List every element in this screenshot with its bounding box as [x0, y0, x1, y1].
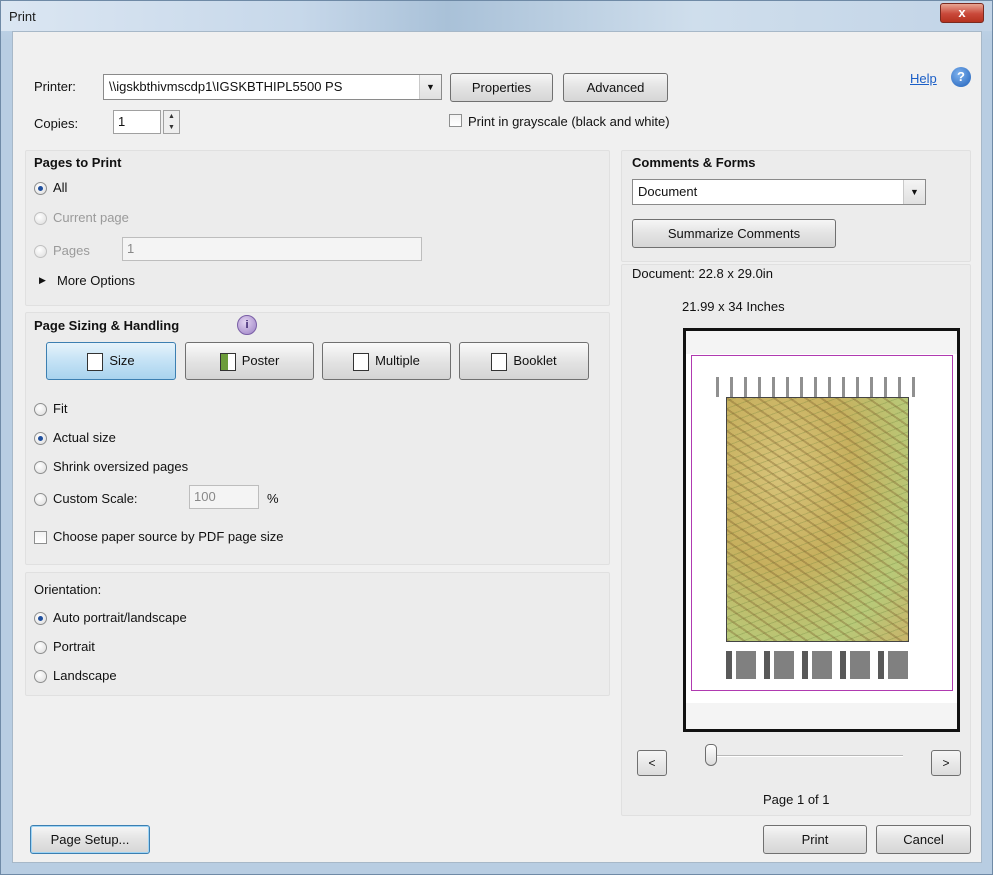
mode-multiple-button[interactable]: Multiple: [322, 342, 451, 380]
radio-landscape-label: Landscape: [53, 668, 117, 683]
copies-label: Copies:: [34, 116, 79, 131]
radio-actual-size-label: Actual size: [53, 430, 116, 445]
radio-portrait-label: Portrait: [53, 639, 95, 654]
radio-fit-label: Fit: [53, 401, 68, 416]
page-slider-track[interactable]: [713, 755, 903, 757]
chevron-down-icon[interactable]: ▼: [419, 75, 441, 99]
help-link[interactable]: Help: [910, 71, 937, 86]
paper-size-label: 21.99 x 34 Inches: [682, 299, 785, 314]
cancel-button[interactable]: Cancel: [876, 825, 971, 854]
pages-to-print-title: Pages to Print: [34, 155, 122, 170]
custom-scale-unit: %: [267, 491, 279, 506]
radio-pages[interactable]: [34, 245, 47, 258]
document-size-label: Document: 22.8 x 29.0in: [632, 266, 773, 281]
grayscale-label: Print in grayscale (black and white): [468, 114, 670, 129]
radio-custom-scale[interactable]: [34, 493, 47, 506]
mode-poster-button[interactable]: Poster: [185, 342, 314, 380]
radio-current-page[interactable]: [34, 212, 47, 225]
page-indicator: Page 1 of 1: [763, 792, 830, 807]
window-title: Print: [9, 9, 36, 24]
comments-forms-select[interactable]: Document ▼: [632, 179, 926, 205]
poster-icon: [219, 352, 236, 371]
radio-actual-size[interactable]: [34, 432, 47, 445]
paper-source-checkbox[interactable]: [34, 531, 47, 544]
title-bar[interactable]: Print x: [1, 1, 992, 31]
radio-pages-label: Pages: [53, 243, 90, 258]
topographic-map-thumbnail: [726, 397, 909, 642]
mode-multiple-label: Multiple: [375, 353, 420, 368]
booklet-icon: [491, 352, 508, 371]
radio-all[interactable]: [34, 182, 47, 195]
radio-portrait[interactable]: [34, 641, 47, 654]
printer-selected-value: \\igskbthivmscdp1\IGSKBTHIPL5500 PS: [109, 79, 343, 94]
map-legend-strip: [726, 651, 909, 679]
radio-shrink-oversized-label: Shrink oversized pages: [53, 459, 189, 474]
radio-auto-orientation[interactable]: [34, 612, 47, 625]
printer-label: Printer:: [34, 79, 76, 94]
mode-size-button[interactable]: Size: [46, 342, 176, 380]
multiple-pages-icon: [353, 352, 370, 371]
paper-source-label: Choose paper source by PDF page size: [53, 529, 284, 544]
print-dialog: Print x Printer: \\igskbthivmscdp1\IGSKB…: [0, 0, 993, 875]
radio-shrink-oversized[interactable]: [34, 461, 47, 474]
mode-booklet-button[interactable]: Booklet: [459, 342, 589, 380]
info-icon[interactable]: i: [237, 315, 257, 335]
orientation-title: Orientation:: [34, 582, 102, 597]
radio-landscape[interactable]: [34, 670, 47, 683]
close-button[interactable]: x: [940, 3, 984, 23]
preview-top-margin: [686, 331, 957, 354]
summarize-comments-button[interactable]: Summarize Comments: [632, 219, 836, 248]
copies-input[interactable]: 1: [113, 110, 161, 134]
properties-button[interactable]: Properties: [450, 73, 553, 102]
comments-forms-title: Comments & Forms: [632, 155, 756, 170]
page-preview: [683, 328, 960, 732]
chevron-down-icon[interactable]: ▼: [903, 180, 925, 204]
print-button[interactable]: Print: [763, 825, 867, 854]
advanced-button[interactable]: Advanced: [563, 73, 668, 102]
radio-fit[interactable]: [34, 403, 47, 416]
page-slider-thumb[interactable]: [705, 744, 717, 766]
mode-size-label: Size: [109, 353, 135, 368]
page-setup-button[interactable]: Page Setup...: [30, 825, 150, 854]
mode-poster-label: Poster: [241, 353, 280, 368]
custom-scale-input[interactable]: 100: [189, 485, 259, 509]
grayscale-checkbox[interactable]: [449, 114, 462, 127]
page-sizing-title: Page Sizing & Handling: [34, 318, 180, 333]
stepper-up-icon[interactable]: ▲: [164, 111, 179, 122]
printer-select[interactable]: \\igskbthivmscdp1\IGSKBTHIPL5500 PS ▼: [103, 74, 442, 100]
radio-custom-scale-label: Custom Scale:: [53, 491, 138, 506]
radio-current-page-label: Current page: [53, 210, 129, 225]
mode-booklet-label: Booklet: [513, 353, 557, 368]
radio-all-label: All: [53, 180, 68, 195]
size-icon: [87, 352, 104, 371]
preview-bottom-margin: [686, 703, 957, 729]
more-options-toggle[interactable]: More Options: [57, 273, 135, 288]
copies-stepper[interactable]: ▲ ▼: [163, 110, 180, 134]
radio-auto-orientation-label: Auto portrait/landscape: [53, 610, 187, 625]
stepper-down-icon[interactable]: ▼: [164, 122, 179, 133]
comments-forms-selected: Document: [638, 184, 698, 199]
help-icon[interactable]: ?: [951, 67, 971, 87]
next-page-button[interactable]: >: [931, 750, 961, 776]
expand-triangle-icon[interactable]: ▶: [39, 275, 46, 286]
prev-page-button[interactable]: <: [637, 750, 667, 776]
pages-range-input[interactable]: 1: [122, 237, 422, 261]
dialog-body: Printer: \\igskbthivmscdp1\IGSKBTHIPL550…: [12, 31, 982, 863]
map-header-text: [716, 377, 922, 397]
